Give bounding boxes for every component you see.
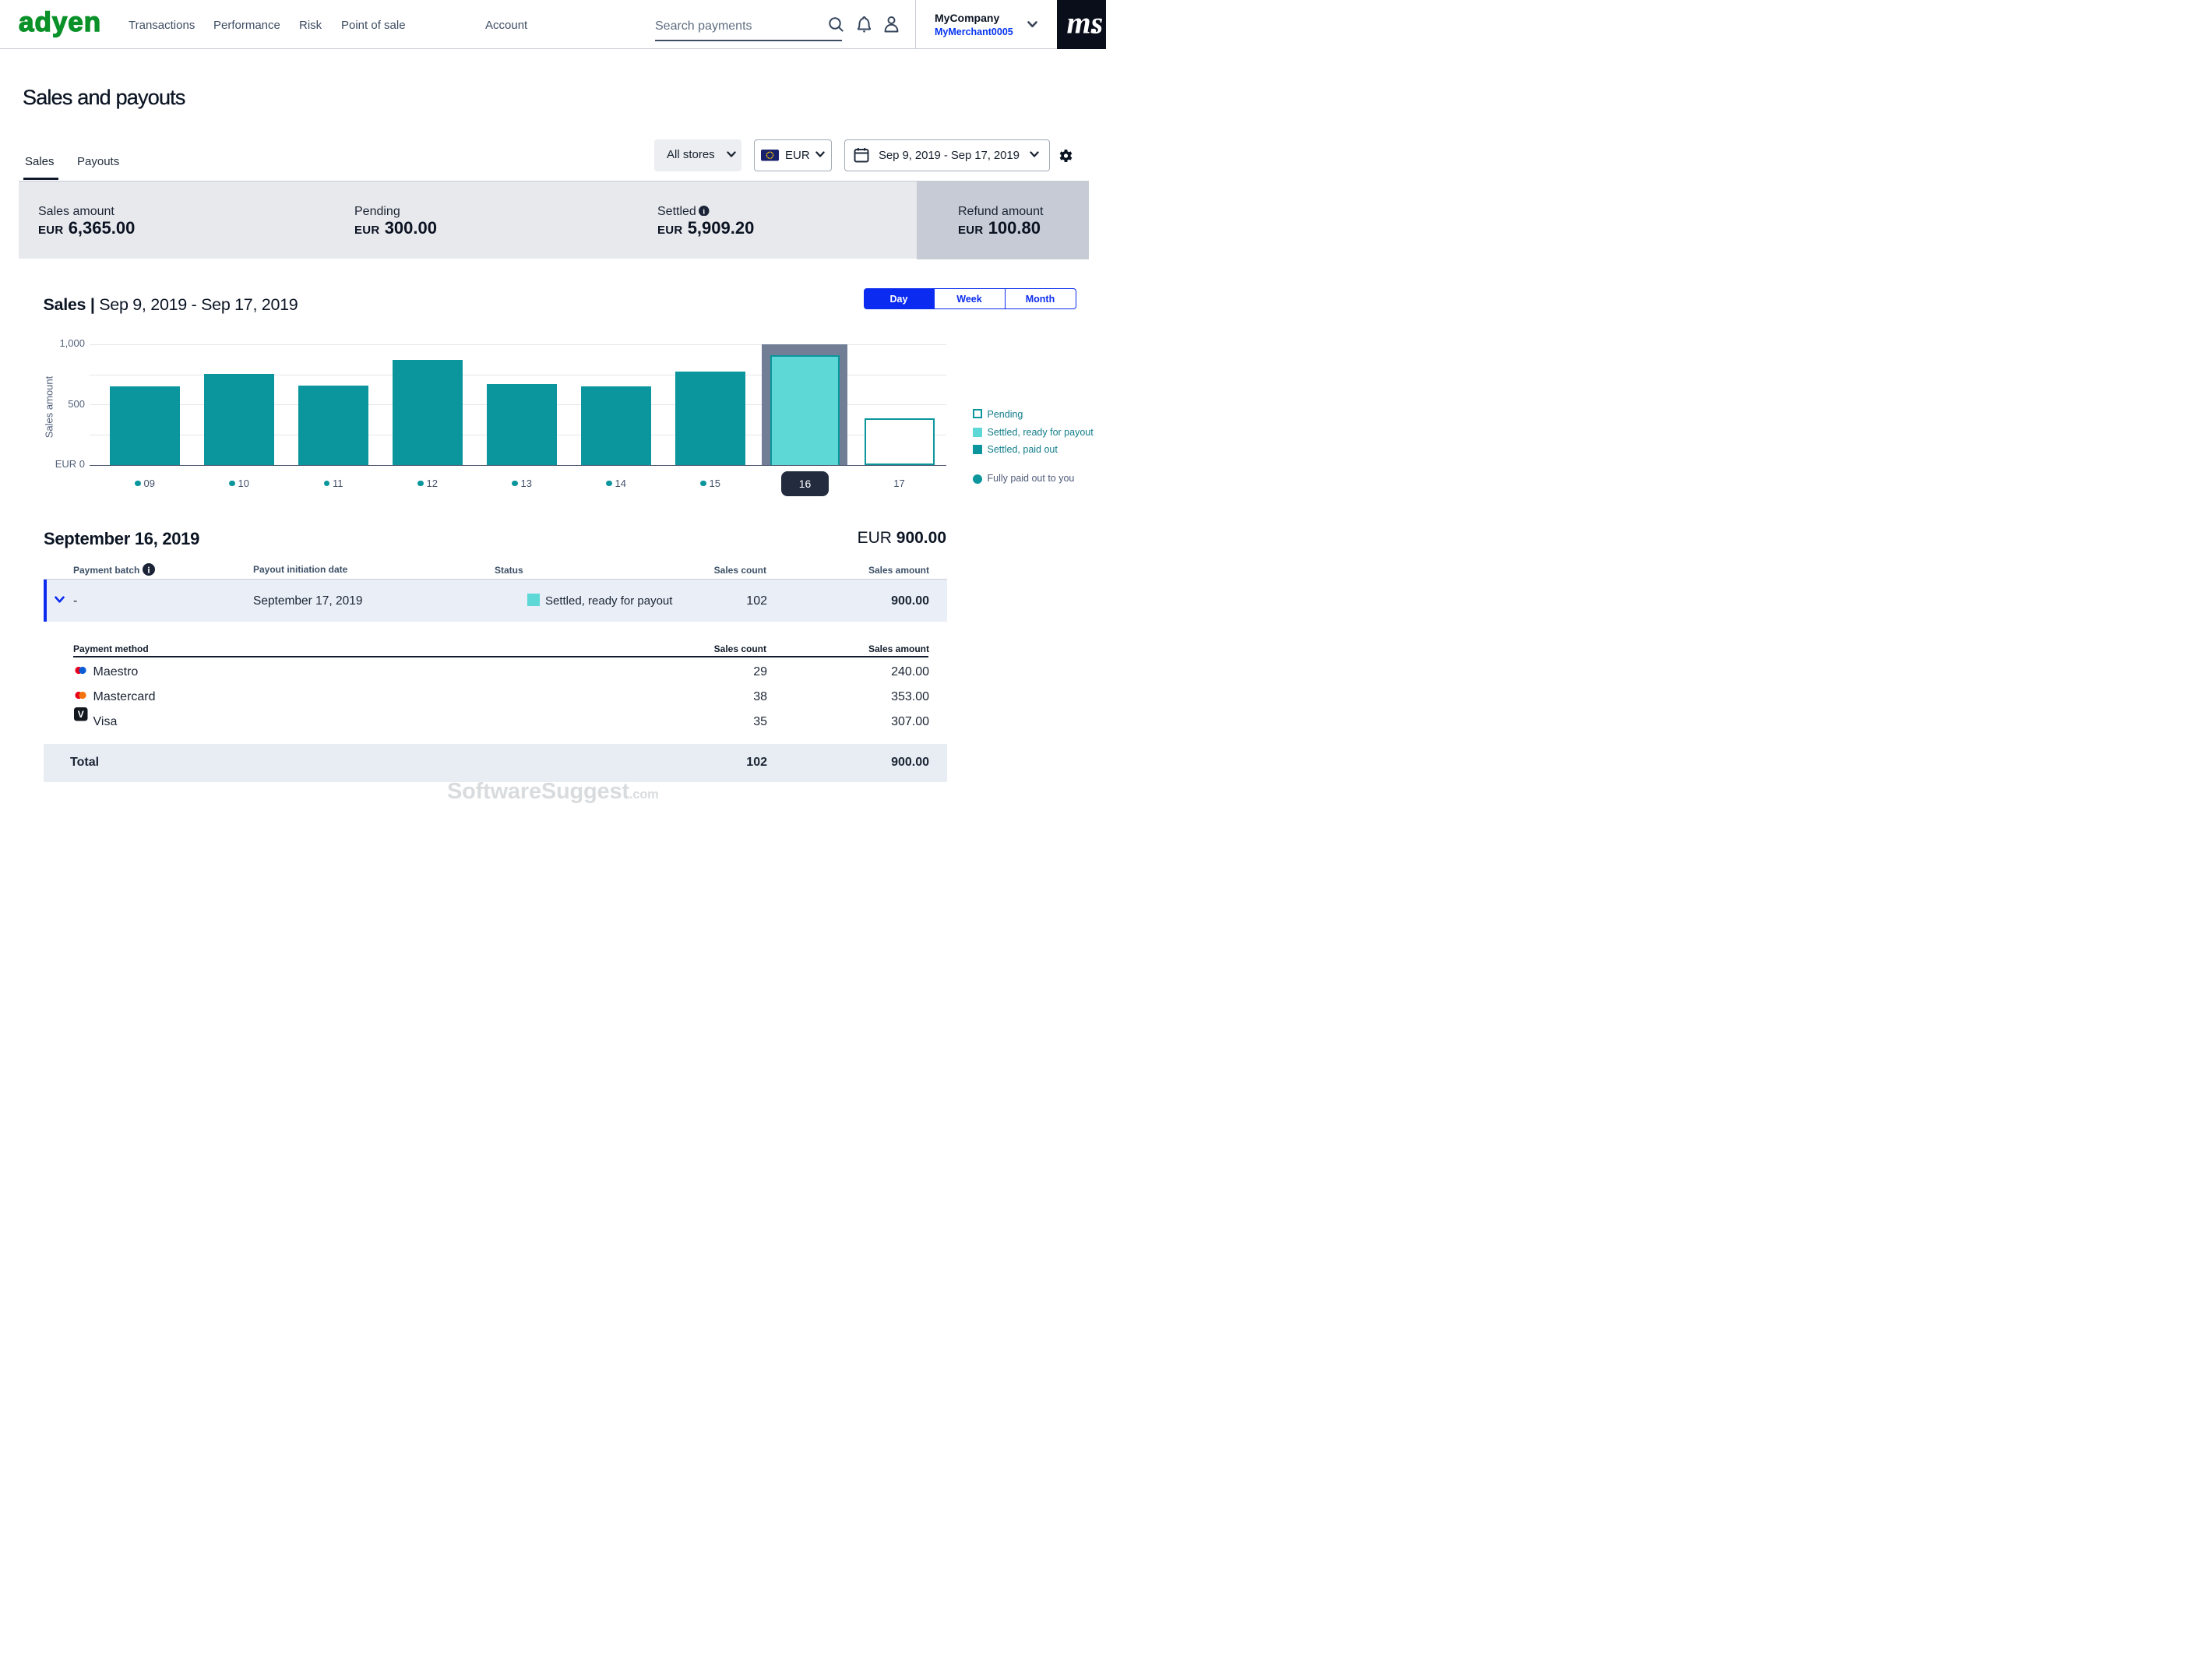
svg-text:i: i — [147, 566, 150, 575]
svg-text:ms: ms — [1067, 5, 1104, 41]
svg-text:i: i — [703, 207, 705, 216]
svg-text:V: V — [78, 709, 84, 720]
